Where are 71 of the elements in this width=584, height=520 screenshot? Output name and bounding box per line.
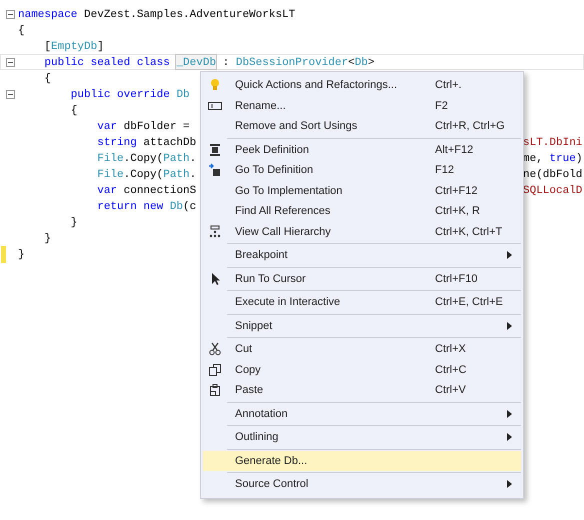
code-keyword: string — [96, 136, 137, 149]
collapse-icon[interactable] — [6, 10, 15, 19]
code-keyword: var — [96, 120, 118, 133]
code-text: } — [43, 232, 52, 245]
code-type: EmptyDb — [51, 40, 98, 53]
code-keyword: true — [549, 153, 576, 165]
code-text: .Copy( — [124, 152, 164, 165]
code-text: .Copy( — [124, 168, 164, 181]
peek-icon — [208, 142, 222, 157]
code-text: (c — [183, 200, 196, 213]
menu-item[interactable]: Quick Actions and Refactorings... Ctrl+. — [203, 75, 521, 96]
code-keyword: public override — [70, 88, 171, 101]
code-text: DevZest.Samples.AdventureWorksLT — [83, 8, 296, 21]
code-text: . — [190, 152, 196, 165]
menu-item[interactable]: View Call Hierarchy Ctrl+K, Ctrl+T — [203, 222, 521, 242]
code-text: } — [70, 216, 78, 229]
code-type: File — [96, 152, 124, 165]
code-keyword: public sealed class — [43, 56, 171, 69]
menu-item[interactable]: Find All References Ctrl+K, R — [203, 201, 521, 222]
code-text: { — [43, 72, 52, 85]
code-keyword: var — [96, 184, 118, 197]
code-type: Db — [176, 88, 190, 101]
code-text: } — [18, 248, 25, 261]
copy-icon — [208, 362, 222, 377]
code-text: : — [222, 56, 230, 69]
scissors-icon — [208, 342, 222, 356]
code-type: Path — [163, 152, 190, 165]
code-keyword: namespace — [18, 8, 78, 21]
arrow-square-icon — [208, 163, 222, 178]
code-text: attachDb — [142, 136, 196, 149]
menu-item[interactable]: Peek Definition Alt+F12 — [203, 140, 521, 160]
menu-item[interactable]: Copy Ctrl+C — [203, 360, 521, 380]
code-text: { — [18, 24, 25, 37]
lightbulb-icon — [208, 78, 222, 92]
identifier-highlight: _DevDb — [176, 55, 216, 69]
code-text: { — [70, 104, 78, 117]
menu-item[interactable]: Generate Db... — [203, 450, 521, 471]
code-text: dbFolder = — [122, 120, 190, 133]
code-keyword: return new — [96, 200, 164, 213]
menu-item[interactable]: Source Control — [203, 474, 521, 494]
code-text: ne(dbFold — [523, 169, 582, 181]
menu-item[interactable]: Go To Definition F12 — [203, 160, 521, 180]
code-type: Path — [163, 168, 190, 181]
code-string: SQLLocalD — [523, 185, 582, 197]
code-text: ] — [97, 40, 104, 53]
code-type: Db — [170, 200, 184, 213]
menu-item[interactable]: Outlining — [203, 427, 521, 448]
code-type: Db — [354, 56, 368, 69]
code-text: connectionS — [122, 184, 196, 197]
code-text: > — [368, 56, 374, 69]
collapse-icon[interactable] — [6, 58, 15, 67]
paste-icon — [208, 383, 222, 398]
code-text: < — [348, 56, 355, 69]
menu-item[interactable]: Annotation — [203, 404, 521, 424]
hierarchy-icon — [208, 224, 222, 239]
code-text: . — [190, 168, 196, 181]
menu-item[interactable]: Run To Cursor Ctrl+F10 — [203, 268, 521, 289]
code-string: sLT.DbIni — [523, 137, 582, 149]
code-text: ) — [576, 153, 582, 165]
menu-item[interactable]: Snippet — [203, 316, 521, 336]
menu-item[interactable]: Cut Ctrl+X — [203, 339, 521, 360]
menu-item[interactable]: Go To Implementation Ctrl+F12 — [203, 180, 521, 201]
menu-item[interactable]: Remove and Sort Usings Ctrl+R, Ctrl+G — [203, 116, 521, 136]
menu-item[interactable]: Execute in Interactive Ctrl+E, Ctrl+E — [203, 292, 521, 312]
menu-item[interactable]: Rename... F2 — [203, 96, 521, 116]
code-type: DbSessionProvider — [236, 56, 348, 69]
code-type: File — [96, 168, 124, 181]
code-text: [ — [43, 40, 52, 53]
collapse-icon[interactable] — [6, 90, 15, 99]
menu-item[interactable]: Paste Ctrl+V — [203, 380, 521, 400]
menu-item[interactable]: Breakpoint — [203, 245, 521, 266]
